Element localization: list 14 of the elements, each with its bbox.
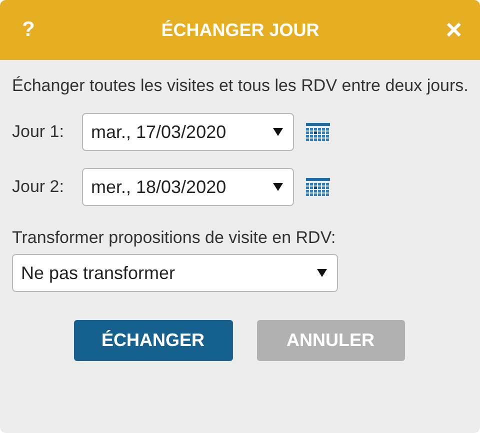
caret-icon bbox=[273, 183, 283, 191]
dropdown[interactable]: mar., 17/03/2020 bbox=[82, 113, 294, 151]
dropdown[interactable]: Ne pas transformer bbox=[12, 254, 338, 292]
caret-icon bbox=[317, 269, 327, 277]
dropdown[interactable]: mer., 18/03/2020 bbox=[82, 168, 294, 206]
caret-icon bbox=[273, 128, 283, 136]
field-label: Transformer propositions de visite en RDV: bbox=[12, 228, 337, 248]
field-label: Jour 1: bbox=[12, 122, 65, 142]
calendar-icon[interactable] bbox=[306, 122, 330, 142]
calendar-icon[interactable] bbox=[306, 178, 330, 196]
field-label: Jour 2: bbox=[12, 177, 65, 197]
dialog-title: ÉCHANGER JOUR bbox=[161, 20, 320, 40]
description-text: Échanger toutes les visites et tous les RDV entre deux jours. bbox=[12, 75, 470, 97]
swap-button[interactable]: ÉCHANGER bbox=[74, 320, 232, 361]
